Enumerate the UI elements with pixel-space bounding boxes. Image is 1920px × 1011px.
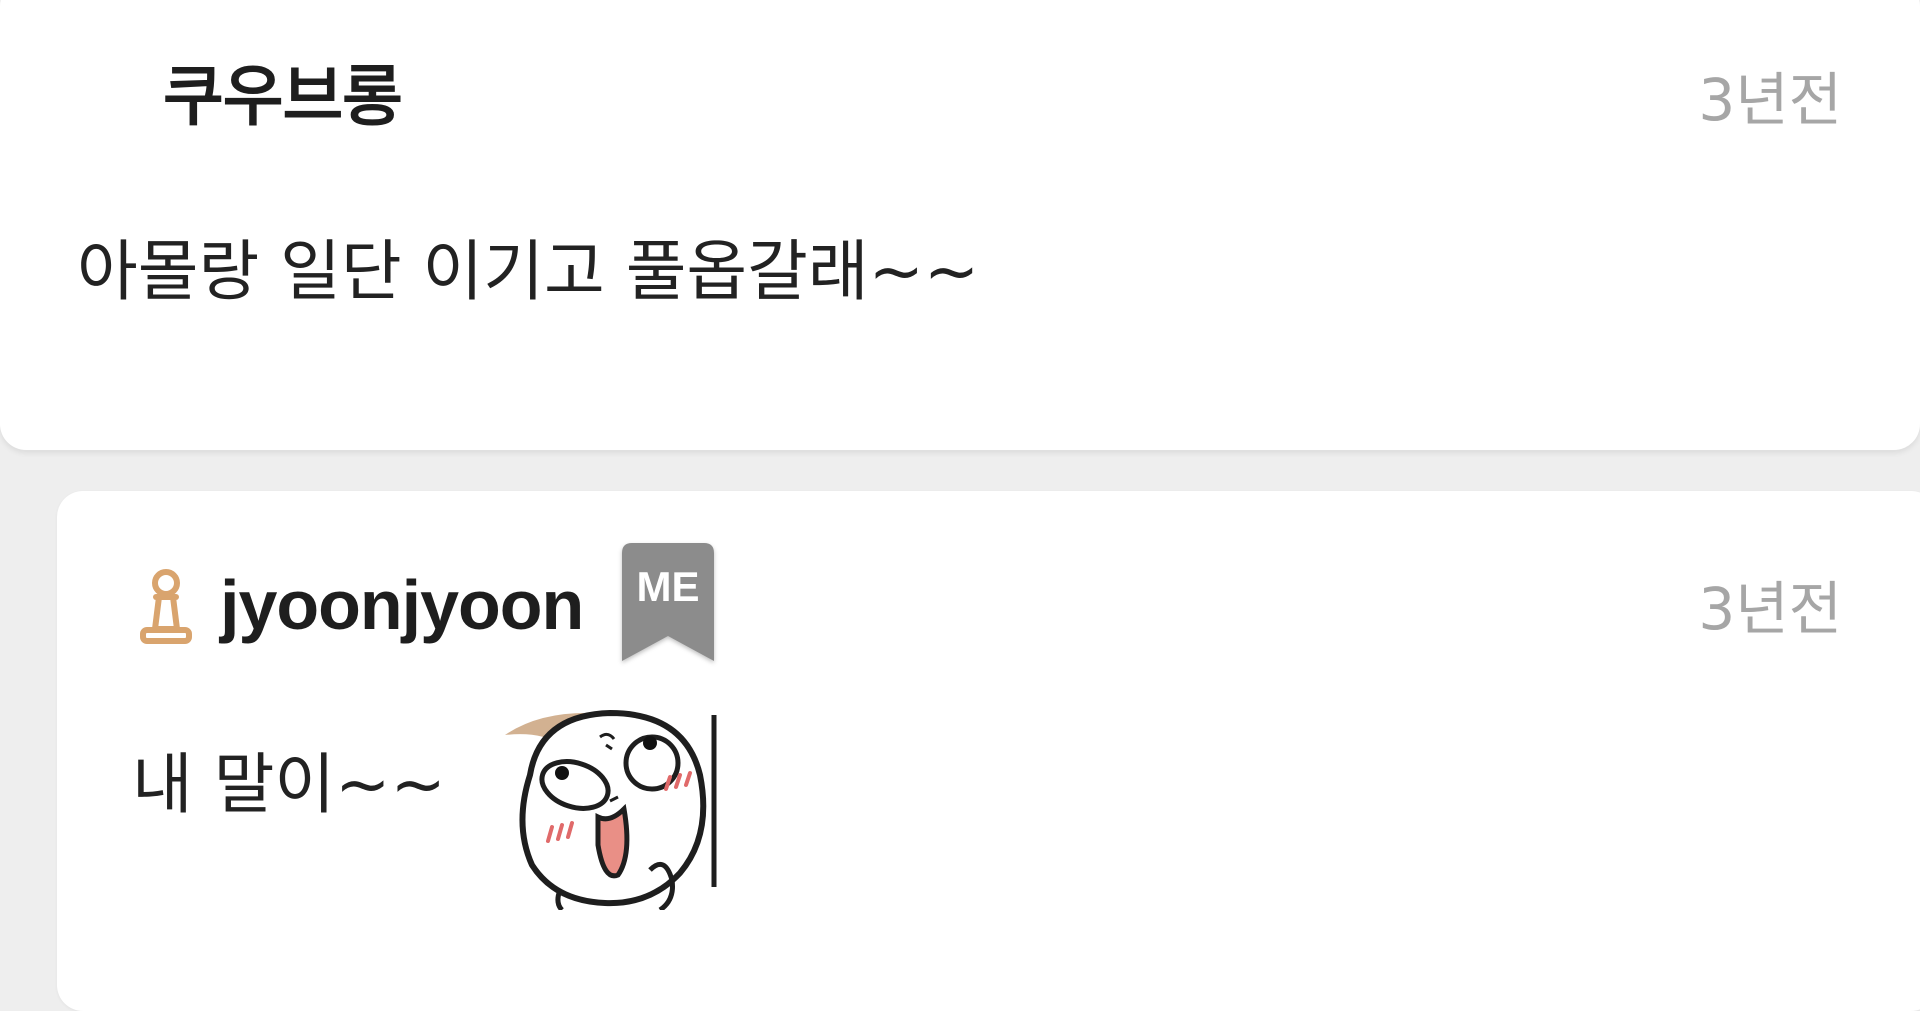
- comment-timestamp: 3년전: [1698, 66, 1842, 134]
- pawn-icon: [138, 567, 194, 647]
- laughing-face-emoticon: [500, 705, 720, 913]
- comment-username[interactable]: jyoonjyoon: [220, 560, 584, 650]
- comment-text: 아몰랑 일단 이기고 풀옵갈래~~: [77, 233, 980, 310]
- comment-username[interactable]: 쿠우브롱: [163, 52, 403, 142]
- me-badge: ME: [622, 543, 714, 666]
- me-badge-label: ME: [636, 563, 700, 610]
- comment-timestamp: 3년전: [1698, 575, 1842, 643]
- comment-card: 쿠우브롱 3년전 아몰랑 일단 이기고 풀옵갈래~~: [0, 0, 1920, 450]
- comment-text: 내 말이~~: [132, 746, 446, 823]
